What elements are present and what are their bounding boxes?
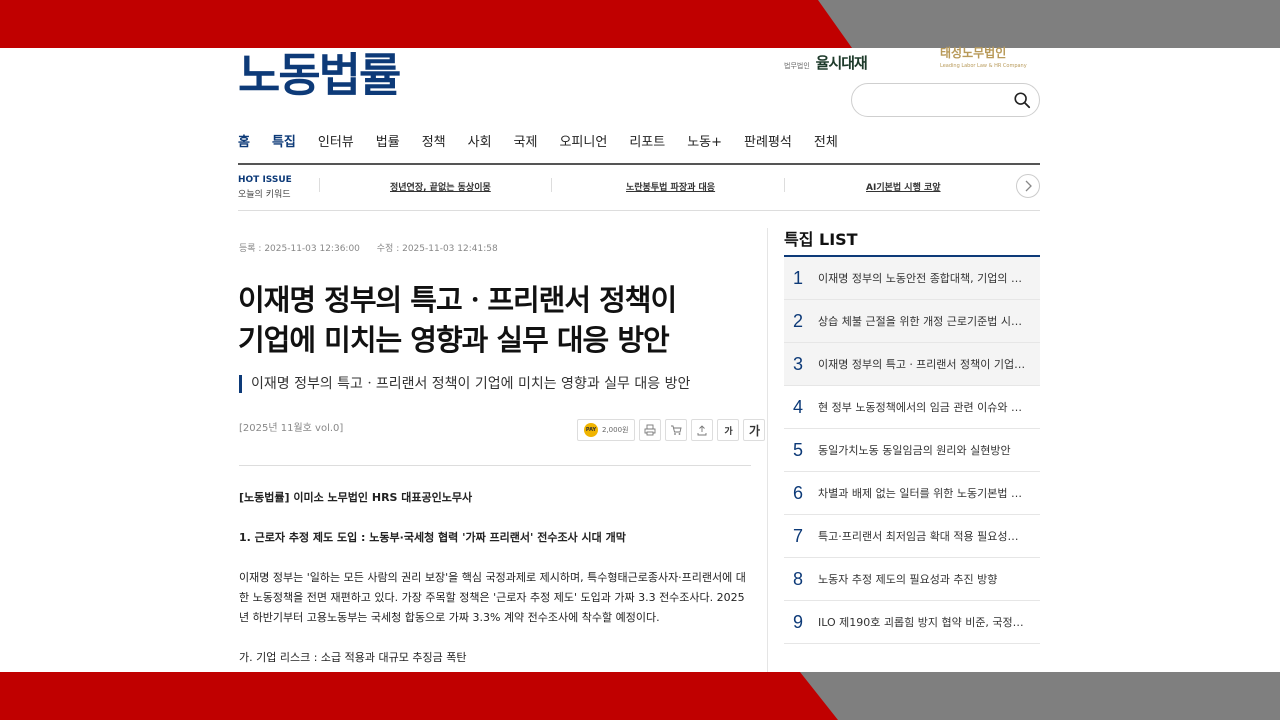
nav-item-all[interactable]: 전체 bbox=[814, 131, 838, 151]
nav-item-opinion[interactable]: 오피니언 bbox=[559, 131, 607, 151]
site-logo[interactable]: 노동법률 bbox=[238, 50, 401, 100]
chevron-right-icon bbox=[1025, 180, 1032, 192]
share-button[interactable] bbox=[691, 419, 714, 441]
special-list: 1 이재명 정부의 노동안전 종합대책, 기업의 대응 방안 2 상습 체불 근… bbox=[784, 257, 1040, 644]
header-divider bbox=[238, 210, 1040, 211]
nav-item-special[interactable]: 특집 bbox=[272, 131, 296, 151]
list-item[interactable]: 4 현 정부 노동정책에서의 임금 관련 이슈와 대응 bbox=[784, 386, 1040, 429]
nav-item-law[interactable]: 법률 bbox=[376, 131, 400, 151]
print-button[interactable] bbox=[639, 419, 662, 441]
pay-button[interactable]: PAY 2,000원 bbox=[577, 419, 636, 441]
sponsor-2-sub: Leading Labor Law & HR Company bbox=[940, 63, 1027, 69]
list-item[interactable]: 8 노동자 추정 제도의 필요성과 추진 방향 bbox=[784, 558, 1040, 601]
list-item[interactable]: 1 이재명 정부의 노동안전 종합대책, 기업의 대응 방안 bbox=[784, 257, 1040, 300]
pay-price: 2,000원 bbox=[602, 426, 629, 434]
list-item[interactable]: 7 특고·프리랜서 최저임금 확대 적용 필요성과 과제 bbox=[784, 515, 1040, 558]
list-item[interactable]: 9 ILO 제190호 괴롭힘 방지 협약 비준, 국정과제의 의미 bbox=[784, 601, 1040, 644]
list-item-number: 7 bbox=[792, 525, 803, 546]
search-box bbox=[851, 83, 1040, 117]
keyword-separator bbox=[551, 178, 552, 192]
list-item-title[interactable]: 이재명 정부의 특고ㆍ프리랜서 정책이 기업에 미치는 영향 bbox=[818, 356, 1028, 372]
sponsor-2-name: 태성노무법인 bbox=[940, 46, 1007, 60]
font-increase-button[interactable]: 가 bbox=[743, 419, 766, 441]
bottom-banner bbox=[0, 672, 1280, 720]
article-byline: [노동법률] 이미소 노무법인 HRS 대표공인노무사 bbox=[239, 491, 473, 504]
nav-item-home[interactable]: 홈 bbox=[238, 131, 250, 151]
list-item-number: 1 bbox=[792, 267, 803, 288]
article-title-line-1: 이재명 정부의 특고ㆍ프리랜서 정책이 bbox=[238, 283, 677, 317]
article-subtitle: 이재명 정부의 특고ㆍ프리랜서 정책이 기업에 미치는 영향과 실무 대응 방안 bbox=[239, 375, 690, 393]
list-item-number: 2 bbox=[792, 310, 803, 331]
cart-button[interactable] bbox=[665, 419, 688, 441]
list-item-title[interactable]: 상습 체불 근절을 위한 개정 근로기준법 시행과 대응 bbox=[818, 313, 1028, 329]
nav-item-society[interactable]: 사회 bbox=[468, 131, 492, 151]
search-icon[interactable] bbox=[1013, 91, 1031, 109]
hot-keyword-3[interactable]: AI기본법 시행 코앞 bbox=[866, 180, 941, 193]
list-item-number: 5 bbox=[792, 439, 803, 460]
list-item[interactable]: 2 상습 체불 근절을 위한 개정 근로기준법 시행과 대응 bbox=[784, 300, 1040, 343]
keyword-separator bbox=[784, 178, 785, 192]
pay-coin-icon: PAY bbox=[584, 423, 598, 437]
list-item-number: 9 bbox=[792, 611, 803, 632]
main-nav: 홈 특집 인터뷰 법률 정책 사회 국제 오피니언 리포트 노동+ 판례평석 전… bbox=[238, 131, 860, 151]
list-item-title[interactable]: 노동자 추정 제도의 필요성과 추진 방향 bbox=[818, 571, 1028, 587]
article-divider bbox=[239, 465, 751, 466]
modified-date: 수정 : 2025-11-03 12:41:58 bbox=[376, 244, 498, 254]
article-section-heading: 1. 근로자 추정 제도 도입 : 노동부·국세청 협력 '가짜 프리랜서' 전… bbox=[239, 531, 626, 544]
list-item-number: 8 bbox=[792, 568, 803, 589]
list-item-title[interactable]: 특고·프리랜서 최저임금 확대 적용 필요성과 과제 bbox=[818, 528, 1028, 544]
column-divider bbox=[767, 228, 768, 672]
top-banner-shape bbox=[0, 0, 1280, 48]
list-item-title[interactable]: 차별과 배제 없는 일터를 위한 노동기본법 제정 bbox=[818, 485, 1028, 501]
article-title: 이재명 정부의 특고ㆍ프리랜서 정책이 기업에 미치는 영향과 실무 대응 방안 bbox=[238, 280, 758, 360]
sponsor-logo-2[interactable]: 태성노무법인 Leading Labor Law & HR Company bbox=[940, 44, 1027, 69]
keyword-next-button[interactable] bbox=[1016, 174, 1040, 198]
keyword-separator bbox=[319, 178, 320, 192]
article-tools: PAY 2,000원 가 가 bbox=[577, 419, 766, 441]
list-item-title[interactable]: 현 정부 노동정책에서의 임금 관련 이슈와 대응 bbox=[818, 399, 1028, 415]
registered-date: 등록 : 2025-11-03 12:36:00 bbox=[239, 244, 360, 254]
sponsor-1-prefix: 법무법인 bbox=[784, 62, 810, 70]
list-item-title[interactable]: 동일가치노동 동일임금의 원리와 실현방안 bbox=[818, 442, 1028, 458]
nav-item-interview[interactable]: 인터뷰 bbox=[318, 131, 354, 151]
list-item[interactable]: 6 차별과 배제 없는 일터를 위한 노동기본법 제정 bbox=[784, 472, 1040, 515]
sponsor-1-name: 율시대재 bbox=[815, 54, 868, 72]
list-item[interactable]: 5 동일가치노동 동일임금의 원리와 실현방안 bbox=[784, 429, 1040, 472]
list-item-number: 3 bbox=[792, 353, 803, 374]
article-title-line-2: 기업에 미치는 영향과 실무 대응 방안 bbox=[238, 323, 670, 357]
list-item-number: 6 bbox=[792, 482, 803, 503]
hot-keyword-1[interactable]: 정년연장, 끝없는 동상이몽 bbox=[390, 180, 491, 193]
hot-issue-sub: 오늘의 키워드 bbox=[238, 190, 291, 200]
hot-issue-title: HOT ISSUE bbox=[238, 175, 292, 185]
nav-divider bbox=[238, 163, 1040, 165]
nav-item-policy[interactable]: 정책 bbox=[422, 131, 446, 151]
font-decrease-button[interactable]: 가 bbox=[717, 419, 740, 441]
article-subheading: 가. 기업 리스크 : 소급 적용과 대규모 추징금 폭탄 bbox=[239, 651, 467, 664]
article-body: [노동법률] 이미소 노무법인 HRS 대표공인노무사 1. 근로자 추정 제도… bbox=[239, 488, 753, 688]
list-item[interactable]: 3 이재명 정부의 특고ㆍ프리랜서 정책이 기업에 미치는 영향 bbox=[784, 343, 1040, 386]
article-meta: 등록 : 2025-11-03 12:36:00 수정 : 2025-11-03… bbox=[239, 241, 512, 254]
nav-item-report[interactable]: 리포트 bbox=[629, 131, 665, 151]
share-icon bbox=[698, 425, 707, 436]
nav-item-case-review[interactable]: 판례평석 bbox=[744, 131, 792, 151]
list-item-number: 4 bbox=[792, 396, 803, 417]
top-banner bbox=[0, 0, 1280, 48]
sponsor-logo-1[interactable]: 법무법인 율시대재 bbox=[784, 52, 868, 73]
list-item-title[interactable]: 이재명 정부의 노동안전 종합대책, 기업의 대응 방안 bbox=[818, 270, 1028, 286]
article-paragraph: 이재명 정부는 '일하는 모든 사람의 권리 보장'을 핵심 국정과제로 제시하… bbox=[239, 571, 746, 624]
special-list-heading: 특집 LIST bbox=[784, 230, 858, 249]
cart-icon bbox=[671, 425, 683, 435]
print-icon bbox=[645, 424, 656, 436]
issue-label: [2025년 11월호 vol.0] bbox=[239, 423, 344, 434]
search-input[interactable] bbox=[866, 90, 1010, 112]
nav-item-labor-plus[interactable]: 노동+ bbox=[687, 131, 722, 151]
list-item-title[interactable]: ILO 제190호 괴롭힘 방지 협약 비준, 국정과제의 의미 bbox=[818, 614, 1028, 630]
hot-issue-label: HOT ISSUE 오늘의 키워드 bbox=[238, 175, 292, 200]
hot-keyword-2[interactable]: 노란봉투법 파장과 대응 bbox=[626, 180, 715, 193]
nav-item-international[interactable]: 국제 bbox=[514, 131, 538, 151]
bottom-banner-shape bbox=[0, 672, 1280, 720]
